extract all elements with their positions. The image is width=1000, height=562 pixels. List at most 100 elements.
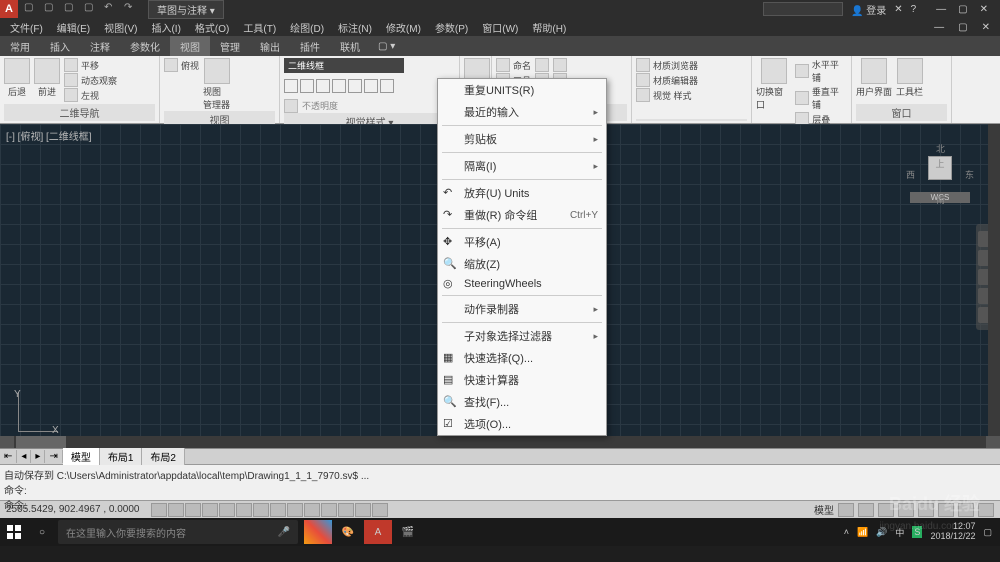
open-icon[interactable]: ▢ — [44, 2, 58, 16]
notification-icon[interactable]: ▢ — [983, 527, 992, 538]
tab-layout1[interactable]: 布局1 — [100, 448, 143, 465]
topview-button[interactable]: 俯视 — [164, 58, 199, 72]
menu-edit[interactable]: 编辑(E) — [51, 18, 96, 37]
context-menu-item-20[interactable]: ☑选项(O)... — [438, 413, 606, 435]
scroll-right-icon[interactable] — [986, 436, 1000, 448]
dyn-toggle[interactable] — [287, 503, 303, 517]
exchange-icon[interactable]: ✕ — [894, 4, 902, 15]
sc-toggle[interactable] — [355, 503, 371, 517]
workspace-dropdown[interactable]: 草图与注释 ▾ — [148, 0, 224, 19]
tab-layout2[interactable]: 布局2 — [142, 448, 185, 465]
task-app1[interactable] — [304, 520, 332, 544]
scrollbar-vertical[interactable] — [988, 124, 1000, 436]
save-icon[interactable]: ▢ — [64, 2, 78, 16]
context-menu-item-12[interactable]: ◎SteeringWheels — [438, 275, 606, 293]
viewport-label[interactable]: [-] [俯视] [二维线框] — [6, 128, 92, 143]
context-menu-item-11[interactable]: 🔍缩放(Z) — [438, 253, 606, 275]
menu-param[interactable]: 参数(P) — [429, 18, 474, 37]
task-app4[interactable]: 🎬 — [394, 520, 422, 544]
doc-restore-icon[interactable]: ▢ — [952, 20, 973, 35]
maximize-icon[interactable]: ▢ — [958, 4, 967, 15]
layout-prev-icon[interactable]: ◂ — [17, 450, 31, 463]
cortana-icon[interactable]: ○ — [28, 518, 56, 546]
new-icon[interactable]: ▢ — [24, 2, 38, 16]
viewmgr-button[interactable]: 视图 管理器 — [203, 58, 230, 111]
swatch-1[interactable] — [284, 79, 298, 93]
tray-vol-icon[interactable]: 🔊 — [876, 527, 887, 538]
tab-model[interactable]: 模型 — [63, 448, 100, 465]
visualstyle-dropdown[interactable]: 二维线框 — [284, 58, 404, 73]
pan-button[interactable]: 平移 — [64, 58, 117, 72]
context-menu-item-0[interactable]: 重复UNITS(R) — [438, 79, 606, 101]
status-r6[interactable] — [938, 503, 954, 517]
tray-net-icon[interactable]: 📶 — [857, 527, 868, 538]
scroll-thumb[interactable] — [16, 436, 66, 448]
context-menu-item-3[interactable]: 剪贴板▸ — [438, 128, 606, 150]
tab-parametric[interactable]: 参数化 — [120, 36, 170, 57]
scroll-left-icon[interactable] — [0, 436, 14, 448]
tab-view[interactable]: 视图 — [170, 36, 210, 57]
am-toggle[interactable] — [372, 503, 388, 517]
menu-tools[interactable]: 工具(T) — [237, 18, 282, 37]
status-r2[interactable] — [858, 503, 874, 517]
help-search-input[interactable] — [763, 2, 843, 16]
tab-online[interactable]: 联机 — [330, 36, 370, 57]
menu-view[interactable]: 视图(V) — [98, 18, 143, 37]
back-button[interactable]: 后退 — [4, 58, 30, 98]
context-menu-item-10[interactable]: ✥平移(A) — [438, 231, 606, 253]
status-r4[interactable] — [898, 503, 914, 517]
context-menu-item-7[interactable]: ↶放弃(U) Units — [438, 182, 606, 204]
grid-toggle[interactable] — [168, 503, 184, 517]
menu-format[interactable]: 格式(O) — [189, 18, 235, 37]
status-r8[interactable] — [978, 503, 994, 517]
osnap-toggle[interactable] — [219, 503, 235, 517]
context-menu-item-19[interactable]: 🔍查找(F)... — [438, 391, 606, 413]
toolbar-button[interactable]: 工具栏 — [896, 58, 923, 98]
ui-button[interactable]: 用户界面 — [856, 58, 892, 98]
polar-toggle[interactable] — [202, 503, 218, 517]
matedit-button[interactable]: 材质编辑器 — [636, 73, 698, 87]
context-menu-item-5[interactable]: 隔离(I)▸ — [438, 155, 606, 177]
3dosnap-toggle[interactable] — [236, 503, 252, 517]
swatch-7[interactable] — [380, 79, 394, 93]
switch-button[interactable]: 切换窗口 — [756, 58, 791, 111]
undo-icon[interactable]: ↶ — [104, 2, 118, 16]
tpy-toggle[interactable] — [321, 503, 337, 517]
context-menu-item-18[interactable]: ▤快速计算器 — [438, 369, 606, 391]
scrollbar-horizontal[interactable] — [0, 436, 1000, 448]
layout-first-icon[interactable]: ⇤ — [0, 450, 17, 463]
leftview-button[interactable]: 左视 — [64, 88, 117, 102]
layout-next-icon[interactable]: ▸ — [31, 450, 45, 463]
dir-e[interactable]: 东 — [965, 168, 974, 181]
tab-addins[interactable]: 插件 — [290, 36, 330, 57]
close-icon[interactable]: ✕ — [980, 4, 988, 15]
viewcube[interactable]: 北 南 东 西 上 WCS — [910, 144, 970, 204]
qp-toggle[interactable] — [338, 503, 354, 517]
swatch-6[interactable] — [364, 79, 378, 93]
taskbar-search[interactable]: 在这里输入你要搜索的内容 🎤 — [58, 520, 298, 544]
menu-draw[interactable]: 绘图(D) — [284, 18, 330, 37]
tab-manage[interactable]: 管理 — [210, 36, 250, 57]
task-app2[interactable]: 🎨 — [334, 520, 362, 544]
tray-up-icon[interactable]: ˄ — [844, 527, 849, 537]
help-icon[interactable]: ? — [911, 4, 917, 15]
context-menu-item-16[interactable]: 子对象选择过滤器▸ — [438, 325, 606, 347]
viewcube-face[interactable]: 上 — [928, 156, 952, 180]
task-app3[interactable]: A — [364, 520, 392, 544]
cmd-button[interactable]: 命名 — [496, 58, 531, 72]
visual-button[interactable]: 视觉 样式 — [636, 88, 698, 102]
tray-app-icon[interactable]: S — [912, 526, 922, 538]
dir-n[interactable]: 北 — [936, 142, 945, 155]
otrack-toggle[interactable] — [253, 503, 269, 517]
context-menu-item-14[interactable]: 动作录制器▸ — [438, 298, 606, 320]
swatch-2[interactable] — [300, 79, 314, 93]
tab-insert[interactable]: 插入 — [40, 36, 80, 57]
status-r7[interactable] — [958, 503, 974, 517]
doc-minimize-icon[interactable]: — — [928, 20, 950, 35]
menu-file[interactable]: 文件(F) — [4, 18, 49, 37]
forward-button[interactable]: 前进 — [34, 58, 60, 98]
menu-dim[interactable]: 标注(N) — [332, 18, 378, 37]
clock[interactable]: 12:07 2018/12/22 — [930, 522, 975, 542]
orbit-button[interactable]: 动态观察 — [64, 73, 117, 87]
lwt-toggle[interactable] — [304, 503, 320, 517]
